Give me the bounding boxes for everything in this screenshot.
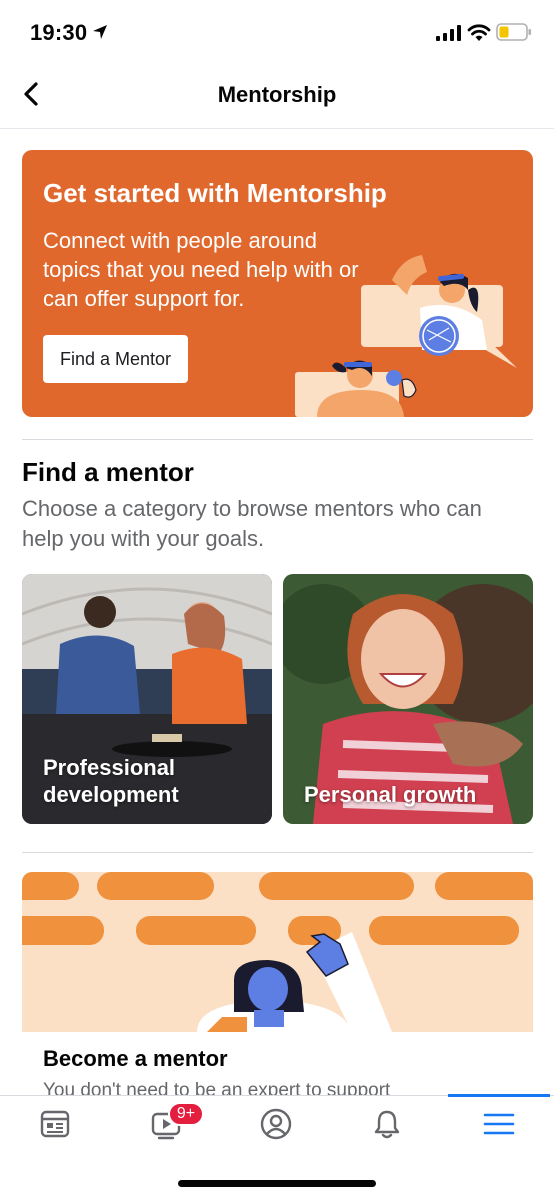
- status-bar: 19:30: [0, 0, 554, 66]
- category-professional-development[interactable]: Professional development: [22, 574, 272, 824]
- become-mentor-heading: Become a mentor: [43, 1046, 228, 1071]
- get-started-card: Get started with Mentorship Connect with…: [22, 150, 533, 417]
- find-mentor-description: Choose a category to browse mentors who …: [22, 496, 482, 551]
- menu-icon: [483, 1113, 515, 1135]
- tab-menu[interactable]: [469, 1106, 529, 1146]
- profile-icon: [260, 1108, 292, 1140]
- wifi-icon: [467, 24, 491, 41]
- page-title: Mentorship: [217, 82, 337, 107]
- find-mentor-heading: Find a mentor: [22, 457, 194, 487]
- category-label: Professional development: [43, 755, 179, 807]
- tab-news-feed[interactable]: [25, 1106, 85, 1146]
- category-label: Personal growth: [304, 782, 477, 807]
- section-divider: [22, 852, 533, 853]
- notification-count-badge: 9+: [168, 1102, 204, 1126]
- find-a-mentor-button[interactable]: Find a Mentor: [43, 335, 188, 383]
- tab-notifications[interactable]: [357, 1106, 417, 1146]
- become-mentor-card[interactable]: Become a mentor You don't need to be an …: [22, 872, 533, 1132]
- category-personal-growth[interactable]: Personal growth: [283, 574, 533, 824]
- home-indicator[interactable]: [178, 1180, 376, 1187]
- mentorship-illustration: [295, 255, 517, 417]
- active-tab-indicator: [448, 1094, 550, 1097]
- battery-icon: [496, 23, 531, 41]
- signal-icon: [436, 25, 461, 41]
- become-mentor-illustration: [22, 872, 533, 1032]
- hero-title: Get started with Mentorship: [43, 178, 387, 208]
- location-arrow-icon: [93, 25, 107, 39]
- tab-profile[interactable]: [246, 1106, 306, 1146]
- news-feed-icon: [40, 1110, 70, 1138]
- notifications-bell-icon: [374, 1110, 400, 1139]
- status-time: 19:30: [30, 20, 88, 45]
- section-divider: [22, 439, 533, 440]
- navigation-bar: Mentorship: [0, 66, 554, 129]
